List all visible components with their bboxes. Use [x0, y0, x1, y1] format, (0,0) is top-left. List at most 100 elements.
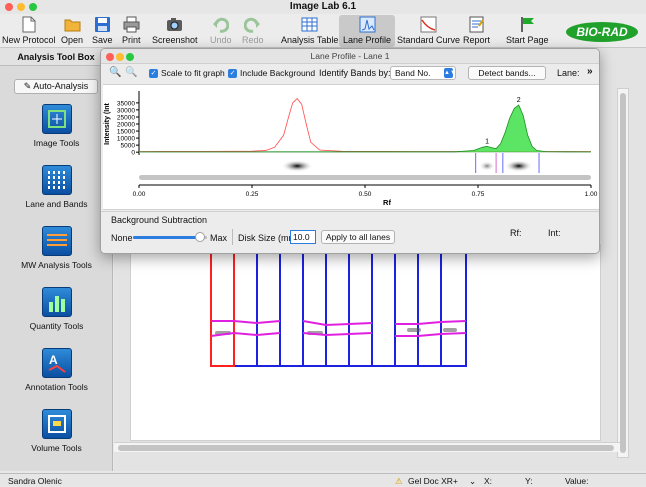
horizontal-scroll-thumb[interactable]	[118, 445, 614, 451]
include-background-checkbox[interactable]: ✓ Include Background	[228, 68, 315, 78]
checkmark-icon: ✓	[149, 68, 158, 78]
band-number-label: 2	[517, 97, 521, 104]
new-protocol-label: New Protocol	[2, 35, 56, 45]
save-label: Save	[92, 35, 113, 45]
lane-label: Lane:	[557, 68, 580, 78]
zoom-window-button[interactable]	[29, 3, 37, 11]
annotation-tools-button[interactable]: A Annotation Tools	[0, 348, 113, 392]
horizontal-scrollbar[interactable]	[114, 442, 620, 452]
quantity-tools-button[interactable]: Quantity Tools	[0, 287, 113, 331]
screenshot-button[interactable]: Screenshot	[152, 16, 198, 45]
lane-bands-button[interactable]: Lane and Bands	[0, 165, 113, 209]
zoom-in-icon[interactable]: 🔍	[109, 67, 121, 78]
status-bar: Sandra Olenic ⚠ Gel Doc XR+ ⌄ X: Y: Valu…	[0, 473, 646, 486]
lane-bands-icon	[41, 165, 72, 195]
redo-label: Redo	[242, 35, 264, 45]
profile-scroll-thumb	[139, 175, 591, 180]
x-tick-label: 0.50	[359, 191, 372, 198]
annotation-tools-icon: A	[41, 348, 72, 378]
int-label: Int:	[548, 228, 561, 238]
undo-button[interactable]: Undo	[210, 16, 232, 45]
close-window-button[interactable]	[5, 3, 13, 11]
zoom-out-icon[interactable]: 🔍	[125, 67, 137, 78]
slider-min-label: None	[111, 233, 133, 243]
standard-curve-label: Standard Curve	[397, 35, 461, 45]
background-slider-fill	[133, 236, 200, 239]
lane-profile-dialog: Lane Profile - Lane 1 🔍 🔍 ✓ Scale to fit…	[100, 48, 600, 254]
mw-analysis-tools-button[interactable]: MW Analysis Tools	[0, 226, 113, 270]
rf-label: Rf:	[510, 228, 522, 238]
identify-bands-label: Identify Bands by:	[319, 68, 391, 78]
table-icon	[301, 16, 318, 33]
x-tick-label: 0.75	[472, 191, 485, 198]
apply-to-all-lanes-button[interactable]: Apply to all lanes	[321, 230, 395, 244]
volume-tools-icon	[41, 409, 72, 439]
auto-analysis-button[interactable]: ✎ Auto-Analysis	[14, 79, 98, 94]
volume-tools-button[interactable]: Volume Tools	[0, 409, 113, 453]
analysis-table-label: Analysis Table	[281, 35, 339, 45]
background-slider-knob[interactable]	[194, 232, 205, 242]
chevron-down-icon[interactable]: ⌄	[469, 476, 476, 487]
vertical-scrollbar[interactable]	[617, 88, 629, 458]
screenshot-label: Screenshot	[152, 35, 198, 45]
profile-plot-svg[interactable]: 05000100001500020000250003000035000 Inten…	[103, 85, 599, 211]
new-protocol-button[interactable]: New Protocol	[2, 16, 56, 45]
dialog-minimize-button[interactable]	[116, 53, 124, 61]
quantity-tools-label: Quantity Tools	[29, 321, 84, 331]
slider-max-label: Max	[210, 233, 228, 243]
start-page-button[interactable]: Start Page	[506, 16, 549, 45]
vertical-scroll-thumb[interactable]	[620, 93, 626, 453]
image-tools-button[interactable]: Image Tools	[0, 104, 113, 148]
scale-to-fit-checkbox[interactable]: ✓ Scale to fit graph	[149, 68, 225, 78]
separator	[232, 229, 233, 245]
flag-icon	[519, 16, 536, 33]
lane-profile-chart[interactable]: 0 5000 10000 15000 20000 25000 30000 35000 Inten…	[103, 84, 599, 210]
value-label: Value:	[565, 476, 589, 486]
disk-size-input[interactable]: 10.0	[290, 230, 316, 244]
gel-image-view[interactable]	[130, 244, 601, 441]
image-tools-label: Image Tools	[33, 138, 80, 148]
annotation-tools-label: Annotation Tools	[25, 382, 88, 392]
dialog-toolbar: 🔍 🔍 ✓ Scale to fit graph ✓ Include Backg…	[101, 64, 599, 84]
detect-bands-button[interactable]: Detect bands...	[468, 66, 546, 80]
print-label: Print	[122, 35, 141, 45]
svg-text:A: A	[49, 353, 58, 367]
report-label: Report	[463, 35, 491, 45]
band-boundary-lines	[210, 320, 467, 337]
x-tick-label: 0.00	[133, 191, 146, 198]
selected-lane-1[interactable]	[210, 252, 235, 367]
scale-to-fit-label: Scale to fit graph	[161, 68, 225, 78]
gel-lanes-overlay[interactable]	[131, 245, 602, 442]
checkmark-icon: ✓	[228, 68, 237, 78]
dialog-title: Lane Profile - Lane 1	[310, 51, 390, 61]
device-warning-icon: ⚠	[395, 476, 403, 486]
more-options-icon[interactable]: »	[587, 66, 593, 77]
reference-band-image	[281, 160, 314, 172]
report-button[interactable]: Report	[463, 16, 490, 45]
y-axis-label: Intensity (Int	[104, 103, 111, 145]
identify-bands-select[interactable]: Band No. ▲▼	[390, 66, 456, 80]
open-label: Open	[61, 35, 84, 45]
redo-icon	[243, 16, 261, 33]
redo-button[interactable]: Redo	[242, 16, 264, 45]
save-button[interactable]: Save	[92, 16, 113, 45]
standard-curve-button[interactable]: Standard Curve	[397, 16, 460, 45]
print-button[interactable]: Print	[122, 16, 141, 45]
dialog-close-button[interactable]	[106, 53, 114, 61]
printer-icon	[123, 16, 140, 33]
background-slider-track[interactable]	[133, 232, 207, 242]
undo-label: Undo	[210, 35, 232, 45]
analysis-tool-box: Analysis Tool Box ✎ Auto-Analysis Image …	[0, 48, 113, 471]
open-button[interactable]: Open	[61, 16, 83, 45]
lane-profile-button[interactable]: Lane Profile	[339, 15, 396, 47]
lane-frames	[210, 252, 467, 367]
minimize-window-button[interactable]	[17, 3, 25, 11]
x-tick-label: 1.00	[585, 191, 598, 198]
volume-tools-label: Volume Tools	[31, 443, 82, 453]
folder-icon	[64, 16, 81, 33]
dialog-zoom-button[interactable]	[126, 53, 134, 61]
image-tools-icon	[41, 104, 72, 134]
background-subtraction-panel: Background Subtraction None Max Disk Siz…	[101, 211, 599, 253]
window-title: Image Lab 6.1	[289, 1, 357, 12]
analysis-table-button[interactable]: Analysis Table	[281, 16, 338, 45]
